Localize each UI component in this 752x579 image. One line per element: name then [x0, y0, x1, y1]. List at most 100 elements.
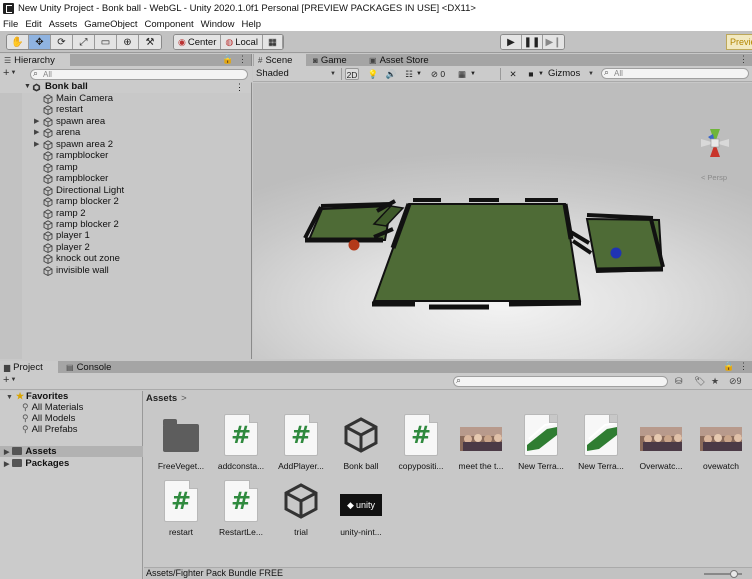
favorite-all-materials[interactable]: ⚲ All Materials [22, 402, 83, 413]
packages-root[interactable]: ▶ Packages [4, 458, 69, 469]
rect-tool-icon[interactable]: ▭ [95, 35, 117, 49]
hierarchy-item[interactable]: player 1 [0, 230, 251, 242]
slider-knob[interactable] [730, 570, 738, 578]
menu-component[interactable]: Component [145, 19, 194, 30]
project-panel-menu-icon[interactable]: 🔒 ⋮ [723, 361, 749, 372]
tab-game[interactable]: ◙ Game [309, 54, 359, 66]
tools-icon[interactable]: ✕ [507, 68, 519, 80]
effects-toggle-icon[interactable]: ☷ [403, 68, 415, 80]
favorites-row[interactable]: ▼ ★ Favorites [6, 391, 68, 402]
preview-packages-button[interactable]: Previe [726, 34, 752, 50]
expand-arrow-icon[interactable]: ▶ [4, 461, 9, 468]
hierarchy-item[interactable]: player 2 [0, 242, 251, 253]
asset-item[interactable]: # RestartLe... [212, 479, 270, 539]
hidden-objects-toggle[interactable]: ⊘ 0 [427, 68, 449, 80]
menu-gameobject[interactable]: GameObject [84, 19, 137, 30]
project-search-input[interactable] [453, 376, 668, 387]
expand-arrow-icon[interactable]: ▼ [24, 81, 31, 93]
scene-search-input[interactable]: All [601, 68, 749, 79]
2d-toggle[interactable]: 2D [345, 68, 359, 80]
camera-icon[interactable]: ■ [525, 68, 537, 80]
favorite-star-icon[interactable]: ★ [711, 375, 719, 387]
hand-tool-icon[interactable]: ✋ [7, 35, 29, 49]
menu-edit[interactable]: Edit [25, 19, 41, 30]
breadcrumb[interactable]: Assets > [146, 393, 187, 404]
gizmos-dropdown[interactable]: Gizmos ▼ [548, 68, 596, 80]
hierarchy-item[interactable]: invisible wall [0, 265, 251, 276]
expand-arrow-icon[interactable]: ▶ [34, 127, 39, 138]
effects-dropdown-icon[interactable]: ▼ [415, 68, 423, 80]
asset-item[interactable]: Bonk ball [332, 413, 390, 473]
favorite-all-prefabs[interactable]: ⚲ All Prefabs [22, 424, 78, 435]
hierarchy-item[interactable]: knock out zone [0, 253, 251, 265]
tab-asset-store[interactable]: ▣ Asset Store [365, 54, 441, 66]
asset-item[interactable]: FreeVeget... [152, 413, 210, 473]
search-by-type-icon[interactable]: ⛁ [675, 375, 683, 387]
asset-item[interactable]: Overwatc... [632, 413, 690, 473]
hierarchy-item[interactable]: ▶ spawn area 2 [0, 139, 251, 150]
menu-window[interactable]: Window [201, 19, 235, 30]
hierarchy-item[interactable]: rampblocker [0, 173, 251, 185]
asset-item[interactable]: # restart [152, 479, 210, 539]
asset-item[interactable]: # copypositi... [392, 413, 450, 473]
center-toggle[interactable]: ◉ Center [174, 35, 222, 49]
play-button[interactable]: ▶ [501, 35, 522, 49]
scene-root-row[interactable]: ▼ Bonk ball ⋮ [0, 81, 251, 93]
search-by-label-icon[interactable]: 🏷 [694, 375, 705, 387]
asset-item[interactable]: New Terra... [572, 413, 630, 473]
hierarchy-item[interactable]: rampblocker [0, 150, 251, 162]
hierarchy-item[interactable]: ▶ arena [0, 127, 251, 139]
draw-mode-dropdown[interactable]: Shaded ▼ [256, 68, 338, 80]
pause-button[interactable]: ❚❚ [522, 35, 543, 49]
menu-assets[interactable]: Assets [49, 19, 78, 30]
camera-dropdown-icon[interactable]: ▼ [537, 68, 545, 80]
menu-file[interactable]: File [3, 19, 18, 30]
hierarchy-item[interactable]: ramp 2 [0, 208, 251, 219]
create-button[interactable]: +▼ [3, 67, 16, 79]
asset-item[interactable]: ◆ unity unity-nint... [332, 479, 390, 539]
hidden-packages-toggle[interactable]: ⊘9 [729, 375, 742, 387]
panel-menu-icon[interactable]: 🔒 ⋮ [222, 54, 248, 65]
hierarchy-item[interactable]: ▶ spawn area [0, 116, 251, 127]
asset-item[interactable]: # AddPlayer... [272, 413, 330, 473]
favorite-all-models[interactable]: ⚲ All Models [22, 413, 75, 424]
tab-scene[interactable]: # Scene [254, 54, 306, 66]
tab-hierarchy[interactable]: ☰ Hierarchy [0, 54, 70, 66]
tab-project[interactable]: ▆ Project [0, 361, 58, 373]
grid-snap-button[interactable]: ▦ [262, 35, 283, 49]
hierarchy-item[interactable]: Main Camera [0, 93, 251, 104]
audio-toggle-icon[interactable]: 🔊 [385, 68, 397, 80]
expand-arrow-icon[interactable]: ▶ [4, 449, 9, 456]
hierarchy-item[interactable]: ramp blocker 2 [0, 219, 251, 230]
menu-help[interactable]: Help [241, 19, 261, 30]
tab-console[interactable]: ▤ Console [62, 361, 118, 373]
expand-arrow-icon[interactable]: ▶ [34, 139, 39, 150]
rotate-tool-icon[interactable]: ⟳ [51, 35, 73, 49]
custom-tool-icon[interactable]: ⚒ [139, 35, 161, 49]
hierarchy-item[interactable]: ramp blocker 2 [0, 196, 251, 208]
scene-viewport[interactable]: < Persp [253, 83, 752, 359]
asset-item[interactable]: New Terra... [512, 413, 570, 473]
icon-size-slider[interactable] [704, 570, 742, 578]
grid-toggle-icon[interactable]: ▦ [456, 68, 468, 80]
asset-item[interactable]: trial [272, 479, 330, 539]
hierarchy-item[interactable]: restart [0, 104, 251, 116]
lighting-toggle-icon[interactable]: 💡 [367, 68, 379, 80]
expand-arrow-icon[interactable]: ▼ [6, 394, 13, 401]
asset-item[interactable]: ovewatch [692, 413, 750, 473]
move-tool-icon[interactable]: ✥ [29, 35, 51, 49]
asset-item[interactable]: meet the t... [452, 413, 510, 473]
project-create-button[interactable]: +▼ [3, 374, 16, 386]
assets-root[interactable]: ▶ Assets [4, 446, 57, 457]
scene-panel-menu-icon[interactable]: ⋮ [739, 54, 749, 65]
scene-options-icon[interactable]: ⋮ [235, 81, 244, 93]
grid-dropdown-icon[interactable]: ▼ [469, 68, 477, 80]
local-toggle[interactable]: ◍ Local [221, 35, 263, 49]
asset-item[interactable]: # addconsta... [212, 413, 270, 473]
expand-arrow-icon[interactable]: ▶ [34, 116, 39, 127]
hierarchy-item[interactable]: Directional Light [0, 185, 251, 196]
transform-tool-icon[interactable]: ⊕ [117, 35, 139, 49]
scale-tool-icon[interactable]: ⤢ [73, 35, 95, 49]
step-button[interactable]: ▶❙ [543, 35, 564, 49]
hierarchy-search-input[interactable]: All [30, 69, 248, 80]
